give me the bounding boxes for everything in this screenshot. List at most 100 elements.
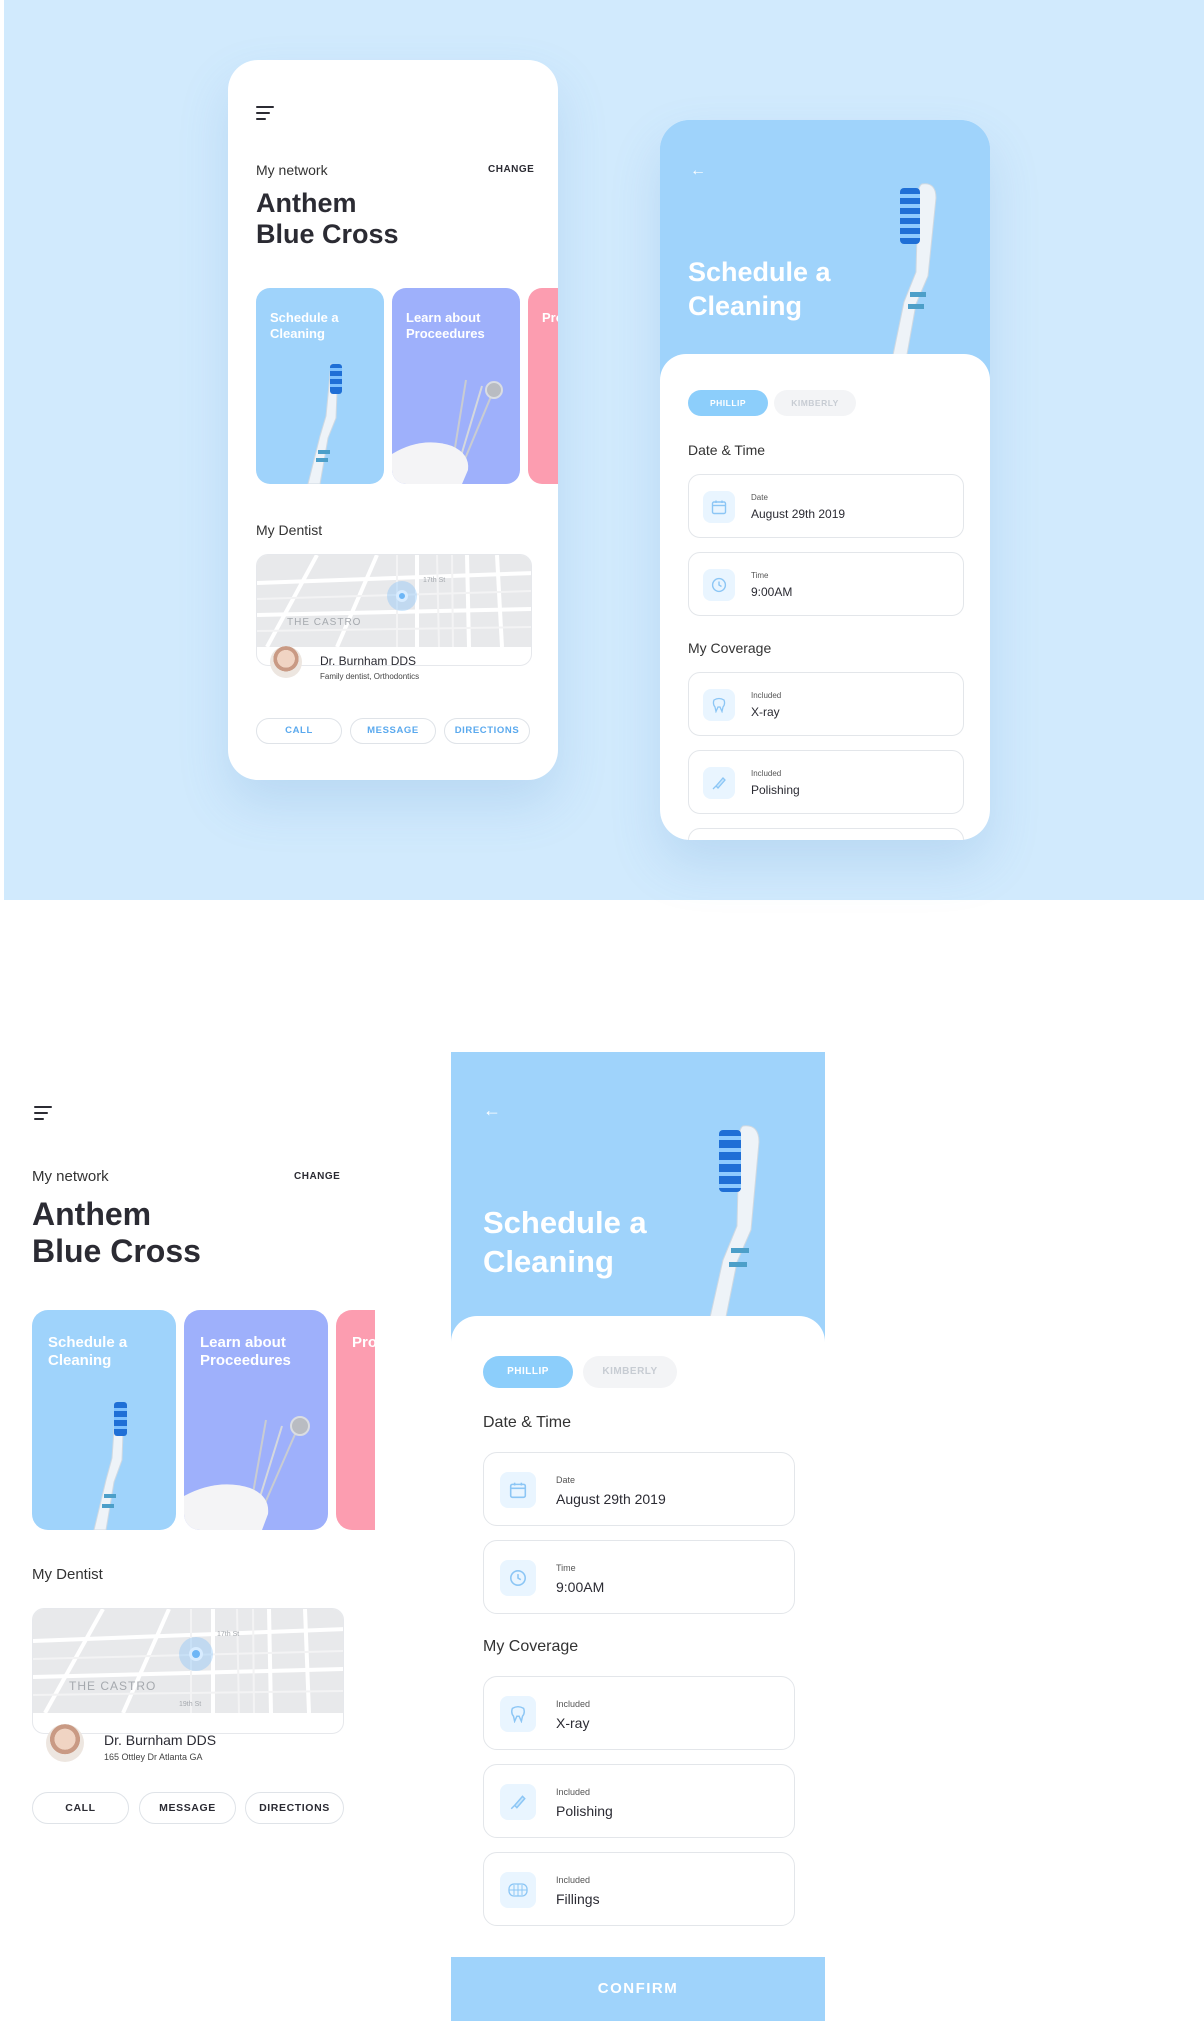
- coverage-label: Included: [751, 691, 782, 700]
- dentist-address: 165 Ottley Dr Atlanta GA: [104, 1752, 203, 1762]
- brush-icon: [500, 1784, 536, 1820]
- dentist-card[interactable]: THE CASTRO 17th St: [256, 554, 532, 666]
- arrow-left-icon[interactable]: ←: [483, 1100, 501, 1121]
- coverage-label: Included: [556, 1787, 591, 1797]
- home-screen-card: My network CHANGE Anthem Blue Cross Sche…: [228, 60, 558, 780]
- dentist-description: Family dentist, Orthodontics: [320, 672, 420, 681]
- menu-icon[interactable]: [256, 106, 276, 122]
- calendar-icon: [703, 491, 735, 523]
- date-value: August 29th 2019: [556, 1491, 666, 1507]
- network-title-line2: Blue Cross: [32, 1232, 201, 1269]
- dentist-section-title: My Dentist: [256, 522, 323, 538]
- tile-label: Schedule a Cleaning: [270, 310, 339, 341]
- coverage-item-xray[interactable]: Included X-ray: [483, 1676, 795, 1750]
- dentist-map[interactable]: THE CASTRO 17th St: [257, 555, 531, 647]
- dental-tools-icon: [392, 379, 503, 484]
- coverage-label: Included: [751, 769, 782, 778]
- tile-partial[interactable]: Pro Cle: [336, 1310, 375, 1530]
- clock-icon: [500, 1560, 536, 1596]
- network-label: My network: [256, 162, 328, 178]
- datetime-section-title: Date & Time: [483, 1414, 572, 1431]
- tile-label: Learn about Proceedures: [200, 1334, 291, 1369]
- teeth-icon: [500, 1872, 536, 1908]
- coverage-value: Polishing: [556, 1803, 613, 1819]
- schedule-screen-card: ← Schedule a Cleaning PHILLIP KIMBERLY D…: [660, 120, 990, 840]
- home-screen-flat: My network CHANGE Anthem Blue Cross Sche…: [0, 1040, 380, 1840]
- clock-icon: [703, 569, 735, 601]
- toothbrush-icon: [93, 1401, 127, 1530]
- directions-button[interactable]: DIRECTIONS: [444, 718, 530, 744]
- dentist-card[interactable]: THE CASTRO 19th St 17th St: [32, 1608, 344, 1734]
- time-field[interactable]: Time 9:00AM: [688, 552, 964, 616]
- time-value: 9:00AM: [751, 585, 793, 599]
- tile-partial[interactable]: Pro Cle: [528, 288, 558, 484]
- schedule-title: Schedule a Cleaning: [688, 256, 831, 324]
- dental-tools-icon: [184, 1416, 310, 1530]
- network-label: My network: [32, 1168, 109, 1185]
- date-field[interactable]: Date August 29th 2019: [483, 1452, 795, 1526]
- coverage-item-polishing[interactable]: Included Polishing: [483, 1764, 795, 1838]
- network-title: Anthem Blue Cross: [256, 188, 399, 250]
- time-label: Time: [751, 571, 769, 580]
- tooth-icon: [500, 1696, 536, 1732]
- tile-label: Learn about Proceedures: [406, 310, 485, 341]
- patient-tab-kimberly[interactable]: KIMBERLY: [774, 390, 856, 416]
- menu-icon[interactable]: [34, 1106, 54, 1122]
- tooth-icon: [703, 689, 735, 721]
- hero-background: [4, 0, 1204, 900]
- patient-tab-phillip[interactable]: PHILLIP: [483, 1356, 573, 1388]
- confirm-button[interactable]: CONFIRM: [451, 1957, 825, 2021]
- map-street-label: 17th St: [217, 1631, 240, 1638]
- dentist-name: Dr. Burnham DDS: [104, 1732, 217, 1748]
- tile-schedule-cleaning[interactable]: Schedule a Cleaning: [256, 288, 384, 484]
- change-button[interactable]: CHANGE: [488, 164, 534, 175]
- coverage-section-title: My Coverage: [483, 1638, 579, 1655]
- coverage-item-fillings-partial[interactable]: [688, 828, 964, 840]
- schedule-sheet: PHILLIP KIMBERLY Date & Time Date August…: [451, 1316, 825, 2021]
- brush-icon: [703, 767, 735, 799]
- dentist-avatar: [46, 1724, 84, 1762]
- location-pin-icon: [189, 1647, 203, 1661]
- message-button[interactable]: MESSAGE: [139, 1792, 236, 1824]
- dentist-map[interactable]: THE CASTRO 19th St 17th St: [33, 1609, 343, 1713]
- date-field[interactable]: Date August 29th 2019: [688, 474, 964, 538]
- tile-learn-procedures[interactable]: Learn about Proceedures: [184, 1310, 328, 1530]
- call-button[interactable]: CALL: [32, 1792, 129, 1824]
- map-street-label: 17th St: [423, 577, 446, 584]
- change-button[interactable]: CHANGE: [294, 1171, 340, 1182]
- coverage-section-title: My Coverage: [688, 640, 772, 656]
- coverage-item-xray[interactable]: Included X-ray: [688, 672, 964, 736]
- tile-label: Pro Cle: [352, 1334, 375, 1351]
- network-title-line1: Anthem: [256, 188, 357, 218]
- time-label: Time: [556, 1563, 576, 1573]
- date-label: Date: [751, 493, 768, 502]
- network-title-line1: Anthem: [32, 1196, 152, 1232]
- tile-label: Pro Cle: [542, 310, 558, 325]
- patient-tab-kimberly[interactable]: KIMBERLY: [583, 1356, 677, 1388]
- coverage-label: Included: [556, 1699, 591, 1709]
- datetime-section-title: Date & Time: [688, 442, 766, 458]
- schedule-title-line1: Schedule a: [483, 1205, 647, 1240]
- tile-schedule-cleaning[interactable]: Schedule a Cleaning: [32, 1310, 176, 1530]
- calendar-icon: [500, 1472, 536, 1508]
- time-field[interactable]: Time 9:00AM: [483, 1540, 795, 1614]
- arrow-left-icon[interactable]: ←: [690, 162, 706, 180]
- time-value: 9:00AM: [556, 1579, 605, 1595]
- directions-button[interactable]: DIRECTIONS: [245, 1792, 344, 1824]
- call-button[interactable]: CALL: [256, 718, 342, 744]
- date-label: Date: [556, 1475, 576, 1485]
- coverage-item-polishing[interactable]: Included Polishing: [688, 750, 964, 814]
- tile-learn-procedures[interactable]: Learn about Proceedures: [392, 288, 520, 484]
- coverage-item-fillings[interactable]: Included Fillings: [483, 1852, 795, 1926]
- coverage-value: Fillings: [556, 1891, 600, 1907]
- toothbrush-icon: [891, 183, 937, 360]
- dentist-avatar: [270, 646, 302, 678]
- map-district-label: THE CASTRO: [287, 617, 362, 628]
- location-pin-icon: [396, 590, 408, 602]
- message-button[interactable]: MESSAGE: [350, 718, 436, 744]
- schedule-header: ← Schedule a Cleaning: [660, 120, 990, 380]
- action-carousel: Schedule a Cleaning Learn about Proceedu…: [256, 288, 558, 486]
- network-title-line2: Blue Cross: [256, 219, 399, 250]
- toothbrush-icon: [307, 363, 342, 484]
- patient-tab-phillip[interactable]: PHILLIP: [688, 390, 768, 416]
